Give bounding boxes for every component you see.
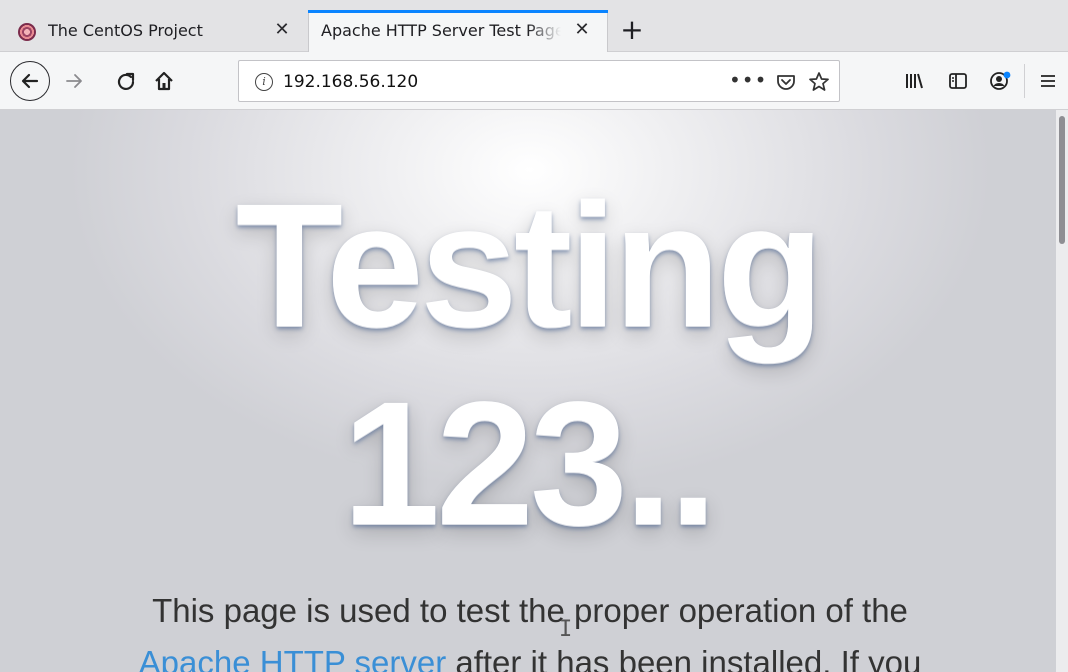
- navigation-toolbar: i 192.168.56.120 •••: [0, 52, 1068, 110]
- home-button[interactable]: [148, 65, 180, 97]
- text-cursor-icon: I: [559, 617, 573, 642]
- star-icon[interactable]: [807, 70, 831, 94]
- back-button[interactable]: [10, 61, 50, 101]
- hero-heading-line1: Testing: [235, 168, 825, 364]
- tab-strip: The CentOS Project ✕ Apache HTTP Server …: [0, 0, 1068, 52]
- forward-button[interactable]: [58, 65, 90, 97]
- page-viewport: Testing 123.. This page is used to test …: [0, 110, 1056, 672]
- tab-apache-test-page[interactable]: Apache HTTP Server Test Page powered by …: [308, 10, 608, 52]
- centos-icon: [18, 23, 36, 41]
- info-icon[interactable]: i: [255, 73, 273, 91]
- library-icon: [906, 73, 923, 89]
- home-icon: [155, 71, 173, 91]
- menu-button[interactable]: [1032, 65, 1064, 97]
- account-button[interactable]: [984, 65, 1016, 97]
- scrollbar[interactable]: [1056, 110, 1068, 672]
- reload-button[interactable]: [110, 65, 142, 97]
- tab-close-icon[interactable]: ✕: [571, 19, 593, 41]
- reload-icon: [117, 72, 135, 90]
- tab-close-icon[interactable]: ✕: [271, 19, 293, 41]
- back-icon: [21, 73, 39, 89]
- scrollbar-thumb[interactable]: [1059, 116, 1065, 244]
- library-button[interactable]: [898, 65, 930, 97]
- url-text[interactable]: 192.168.56.120: [283, 72, 418, 92]
- intro-text-line1: This page is used to test the proper ope…: [152, 592, 908, 629]
- sidebar-icon: [949, 73, 967, 89]
- tab-centos-project[interactable]: The CentOS Project ✕: [0, 10, 304, 52]
- toolbar-separator: [1024, 64, 1025, 98]
- forward-icon: [66, 74, 82, 88]
- account-icon: [990, 71, 1011, 90]
- tab-title: The CentOS Project: [48, 21, 203, 40]
- new-tab-button[interactable]: +: [618, 16, 646, 45]
- page-actions-button[interactable]: •••: [729, 68, 767, 92]
- intro-text-line2: Apache HTTP server after it has been ins…: [30, 638, 1030, 672]
- pocket-icon[interactable]: [775, 71, 797, 93]
- url-bar[interactable]: i 192.168.56.120 •••: [238, 60, 840, 102]
- intro-text-line2-rest: after it has been installed. If you: [446, 644, 922, 672]
- hero-heading-line2: 123..: [342, 366, 717, 562]
- apache-http-server-link[interactable]: Apache HTTP server: [139, 644, 447, 672]
- sidebar-button[interactable]: [942, 65, 974, 97]
- menu-icon: [1041, 75, 1055, 87]
- tab-title: Apache HTTP Server Test Page powered by …: [321, 21, 561, 40]
